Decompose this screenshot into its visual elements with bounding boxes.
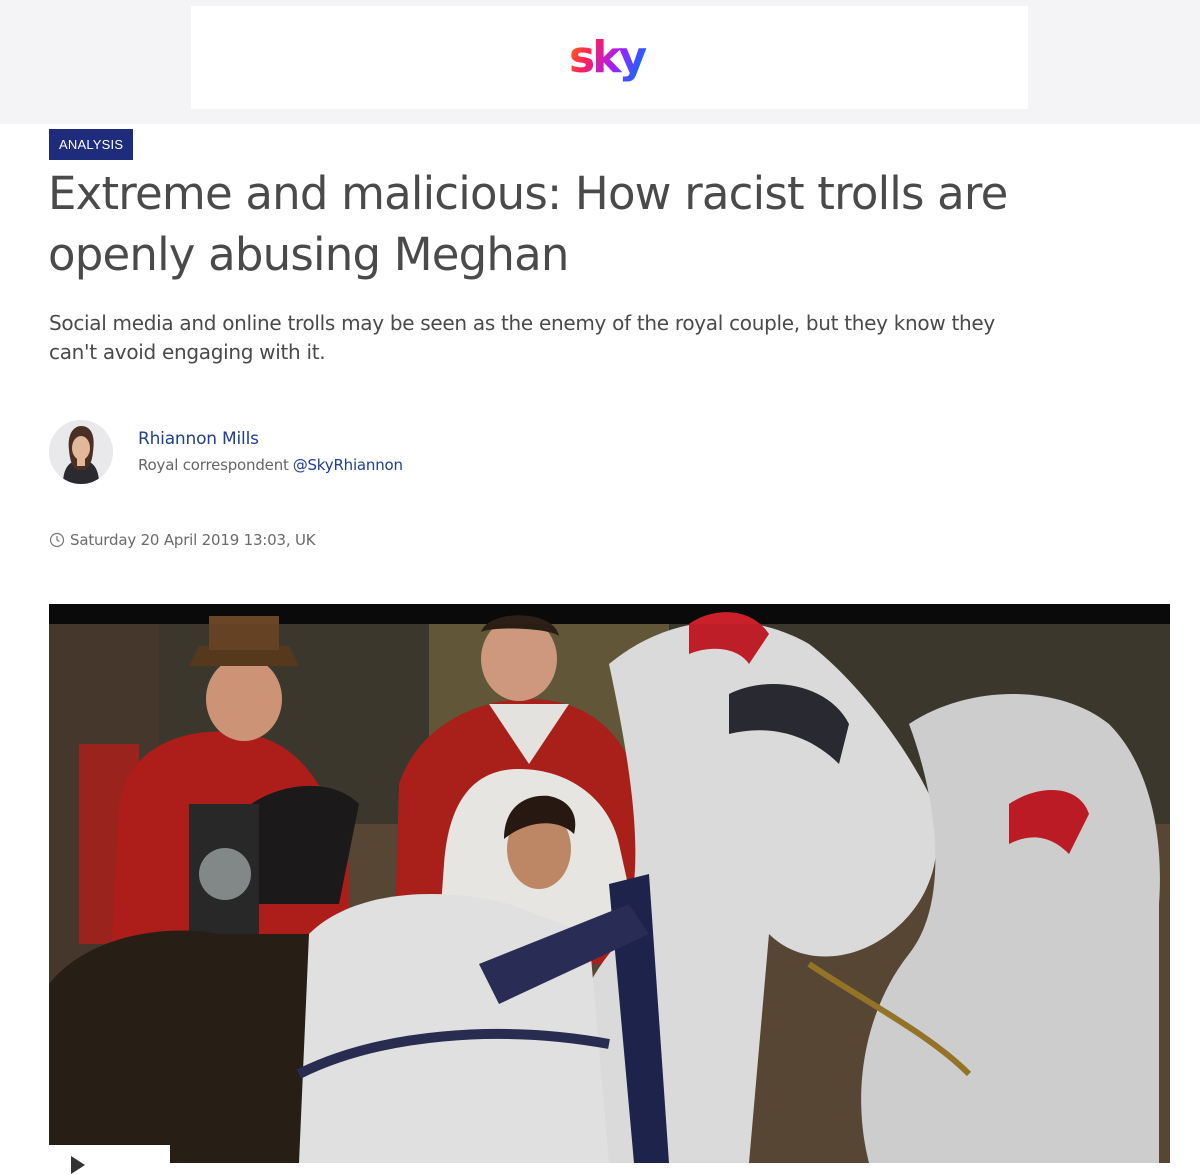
video-play-button[interactable] — [49, 1145, 170, 1174]
play-icon — [71, 1156, 85, 1174]
article-video-player[interactable] — [49, 604, 1170, 1163]
author-avatar[interactable] — [49, 420, 113, 484]
author-portrait-image — [49, 420, 113, 484]
author-name-link[interactable]: Rhiannon Mills — [138, 429, 259, 449]
author-twitter-handle[interactable]: @SkyRhiannon — [293, 456, 403, 474]
article-standfirst: Social media and online trolls may be se… — [49, 311, 995, 364]
article-date: Saturday 20 April 2019 13:03, UK — [70, 531, 316, 549]
clock-icon — [49, 532, 65, 548]
sky-logo[interactable]: sky — [569, 32, 661, 86]
sky-logo-icon: sky — [569, 32, 649, 83]
author-role: Royal correspondent — [138, 456, 289, 474]
article-dateline: Saturday 20 April 2019 13:03, UK — [49, 531, 316, 549]
author-byline: Royal correspondent @SkyRhiannon — [138, 456, 403, 474]
article-headline: Extreme and malicious: How racist trolls… — [48, 167, 1008, 281]
article-label-analysis[interactable]: ANALYSIS — [49, 129, 134, 160]
video-still-royal-wedding-carriage — [49, 604, 1170, 1163]
svg-text:sky: sky — [569, 34, 646, 83]
